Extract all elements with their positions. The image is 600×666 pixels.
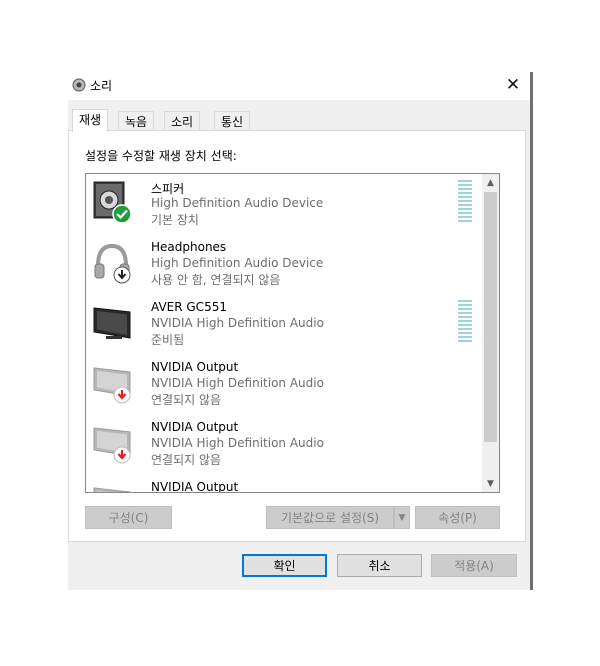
list-item-aver-gc551[interactable]: AVER GC551 NVIDIA High Definition Audio …	[86, 294, 482, 354]
tab-communications[interactable]: 통신	[214, 111, 251, 131]
tab-sounds[interactable]: 소리	[164, 111, 201, 131]
device-name: 스피커	[151, 182, 185, 196]
monitor-icon	[93, 307, 131, 339]
device-status: 연결되지 않음	[151, 453, 222, 467]
scroll-up-button[interactable]: ▲	[482, 174, 499, 191]
device-status: 사용 안 함, 연결되지 않음	[151, 273, 281, 287]
close-icon: ✕	[505, 75, 521, 95]
close-button[interactable]: ✕	[496, 72, 530, 98]
scroll-thumb[interactable]	[484, 192, 497, 442]
monitor-icon	[93, 367, 131, 404]
tab-strip: 재생 녹음 소리 통신	[68, 109, 530, 132]
device-description: NVIDIA High Definition Audio	[151, 436, 324, 450]
device-list[interactable]: 스피커 High Definition Audio Device 기본 장치 H…	[85, 173, 500, 493]
device-name: NVIDIA Output	[151, 360, 239, 374]
device-name: NVIDIA Output	[151, 420, 239, 434]
headphones-icon	[94, 243, 131, 284]
apply-button[interactable]: 적용(A)	[431, 554, 517, 577]
sound-dialog: 소리 ✕ 재생 녹음 소리 통신 설정을 수정할 재생 장치 선택: 스피커 H…	[68, 72, 530, 590]
device-status: 준비됨	[151, 333, 185, 347]
device-status: 연결되지 않음	[151, 393, 222, 407]
list-item-headphones[interactable]: Headphones High Definition Audio Device …	[86, 234, 482, 294]
scroll-down-button[interactable]: ▼	[482, 475, 499, 492]
sound-app-icon	[72, 78, 86, 92]
tab-recording[interactable]: 녹음	[118, 111, 155, 131]
ok-button[interactable]: 확인	[242, 554, 327, 577]
cancel-button[interactable]: 취소	[337, 554, 422, 577]
chevron-up-icon: ▲	[487, 177, 494, 188]
playback-panel: 설정을 수정할 재생 장치 선택: 스피커 High Definition Au…	[68, 130, 526, 542]
default-check-icon	[112, 204, 132, 224]
set-default-dropdown[interactable]: ▼	[394, 506, 410, 529]
window-border	[530, 72, 533, 590]
tab-playback[interactable]: 재생	[72, 109, 109, 132]
device-name: Headphones	[151, 240, 227, 254]
list-item-speaker[interactable]: 스피커 High Definition Audio Device 기본 장치	[86, 174, 482, 234]
volume-level-meter	[458, 300, 472, 342]
window-title: 소리	[90, 79, 113, 93]
chevron-down-icon: ▼	[398, 512, 406, 523]
monitor-icon	[93, 487, 131, 492]
speaker-icon	[93, 181, 132, 224]
device-description: High Definition Audio Device	[151, 196, 324, 210]
list-item-nvidia-output-2[interactable]: NVIDIA Output NVIDIA High Definition Aud…	[86, 414, 482, 474]
device-description: High Definition Audio Device	[151, 256, 324, 270]
list-item-nvidia-output-3[interactable]: NVIDIA Output	[86, 474, 482, 493]
monitor-icon	[93, 427, 131, 464]
chevron-down-icon: ▼	[487, 478, 494, 489]
title-bar[interactable]: 소리 ✕	[68, 72, 530, 100]
instruction-label: 설정을 수정할 재생 장치 선택:	[85, 149, 237, 163]
list-scrollbar[interactable]: ▲ ▼	[482, 174, 499, 492]
device-description: NVIDIA High Definition Audio	[151, 316, 324, 330]
device-description: NVIDIA High Definition Audio	[151, 376, 324, 390]
device-status: 기본 장치	[151, 213, 199, 227]
properties-button[interactable]: 속성(P)	[415, 506, 500, 529]
configure-button[interactable]: 구성(C)	[85, 506, 172, 529]
set-default-button[interactable]: 기본값으로 설정(S)	[266, 506, 394, 529]
device-name: NVIDIA Output	[151, 480, 239, 493]
device-name: AVER GC551	[151, 300, 227, 314]
list-item-nvidia-output-1[interactable]: NVIDIA Output NVIDIA High Definition Aud…	[86, 354, 482, 414]
volume-level-meter	[458, 180, 472, 222]
